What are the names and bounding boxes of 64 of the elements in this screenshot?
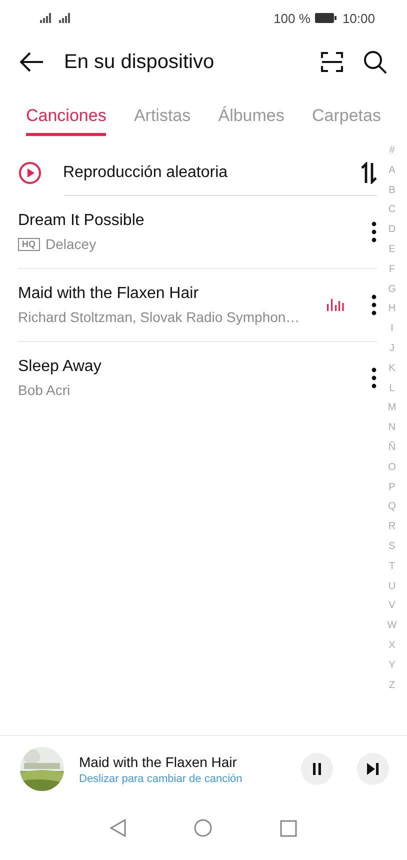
search-icon[interactable] — [363, 50, 387, 74]
index-letter[interactable]: P — [388, 478, 396, 498]
index-letter[interactable]: X — [388, 636, 396, 656]
tab[interactable]: Artistas — [134, 100, 191, 136]
signal-icon — [40, 13, 54, 23]
song-title[interactable]: Dream It Possible — [18, 212, 371, 230]
hq-badge: HQ — [18, 238, 40, 250]
index-letter[interactable]: W — [387, 616, 397, 636]
more-icon[interactable] — [371, 294, 377, 316]
battery-icon — [315, 13, 338, 23]
index-letter[interactable]: H — [388, 299, 396, 320]
swipe-hint: Deslizar para cambiar de canción — [79, 772, 244, 784]
pause-button[interactable] — [301, 753, 333, 785]
shuffle-label[interactable]: Reproducción aleatoria — [63, 164, 361, 182]
index-letter[interactable]: A — [388, 160, 396, 181]
index-letter[interactable]: B — [388, 180, 396, 200]
sort-icon[interactable] — [361, 162, 377, 184]
index-letter[interactable]: V — [388, 596, 396, 616]
index-letter[interactable]: F — [388, 260, 396, 280]
index-letter[interactable]: R — [388, 517, 396, 537]
index-letter[interactable]: D — [388, 220, 396, 240]
index-letter[interactable]: T — [388, 556, 396, 577]
index-letter[interactable]: S — [388, 536, 396, 557]
index-letter[interactable]: C — [388, 200, 396, 220]
index-letter[interactable]: Q — [388, 497, 396, 518]
index-letter[interactable]: Y — [388, 656, 396, 676]
scan-icon[interactable] — [321, 52, 343, 72]
skip-next-icon — [367, 763, 379, 775]
index-letter[interactable]: L — [389, 378, 395, 398]
index-letter[interactable]: E — [388, 240, 396, 260]
more-icon[interactable] — [371, 221, 377, 243]
index-letter[interactable]: Ñ — [388, 438, 396, 458]
index-letter[interactable]: U — [388, 576, 396, 596]
recents-icon[interactable] — [280, 820, 297, 836]
index-letter[interactable]: M — [388, 398, 396, 418]
clock-text: 10:00 — [342, 10, 375, 26]
home-icon[interactable] — [194, 819, 212, 837]
page-title: En su dispositivo — [64, 50, 216, 74]
index-letter[interactable]: J — [390, 338, 394, 359]
index-letter[interactable]: Z — [388, 676, 396, 696]
back-nav-icon[interactable] — [110, 819, 126, 837]
song-artist: Bob Acri — [18, 382, 70, 398]
song-title[interactable]: Sleep Away — [18, 358, 371, 376]
equalizer-icon — [327, 299, 344, 311]
index-letter[interactable]: I — [390, 319, 394, 339]
pause-icon — [312, 763, 322, 775]
tab[interactable]: Canciones — [26, 100, 106, 136]
tab[interactable]: Carpetas — [312, 100, 381, 136]
index-letter[interactable]: N — [388, 418, 396, 438]
play-icon[interactable] — [18, 161, 42, 185]
index-letter[interactable]: # — [389, 141, 395, 161]
tab[interactable]: Álbumes — [218, 100, 284, 136]
song-artist: Delacey — [46, 236, 96, 252]
next-button[interactable] — [357, 753, 389, 785]
battery-text: 100 % — [274, 10, 310, 26]
now-playing-title: Maid with the Flaxen Hair — [79, 754, 238, 770]
back-icon[interactable] — [20, 52, 44, 72]
song-artist: Richard Stoltzman, Slovak Radio Symphon… — [18, 309, 300, 325]
signal-icon — [59, 13, 73, 23]
index-letter[interactable]: K — [388, 358, 396, 379]
index-letter[interactable]: G — [388, 280, 396, 300]
more-icon[interactable] — [371, 367, 377, 389]
song-title[interactable]: Maid with the Flaxen Hair — [18, 285, 319, 303]
index-letter[interactable]: O — [388, 458, 396, 478]
